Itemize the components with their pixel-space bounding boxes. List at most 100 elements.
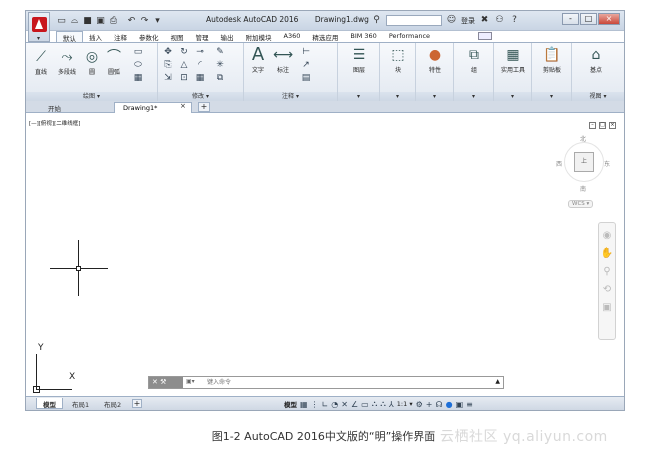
array-icon[interactable]: ▦ [194,73,206,83]
layers-tool[interactable]: ☰ 图层 [344,47,374,74]
new-layout-button[interactable]: + [132,399,142,408]
user-icon[interactable]: ☺ [446,15,457,26]
tab-default[interactable]: 默认 [56,31,83,43]
arc-tool[interactable]: ⌒ 圆弧 [104,49,124,76]
binoculars-icon[interactable]: ⚲ [371,15,382,26]
compass-south[interactable]: 南 [580,184,586,193]
fillet-icon[interactable]: ◜ [194,60,206,70]
workspace-gear-icon[interactable]: ⚙ [416,400,423,409]
login-link[interactable]: 登录 [461,16,475,26]
offset-icon[interactable]: ⧉ [214,73,226,83]
explode-icon[interactable]: ✳ [214,60,226,70]
tab-model[interactable]: 模型 [36,398,63,409]
tab-bim360[interactable]: BIM 360 [344,31,382,42]
properties-tool[interactable]: ● 特性 [422,47,448,74]
otrack-icon[interactable]: ∠ [351,400,358,409]
tab-manage[interactable]: 管理 [190,31,215,42]
close-icon[interactable]: × [180,102,186,110]
command-line-buttons[interactable]: ✕ ⚒ [149,377,183,388]
search-input[interactable] [386,15,442,26]
fullscreen-icon[interactable]: ▣ [456,400,464,409]
pan-icon[interactable]: ✋ [599,248,615,259]
close-button[interactable]: × [598,13,620,25]
tab-annotate[interactable]: 注释 [108,31,133,42]
tab-a360[interactable]: A360 [278,31,307,42]
drawing-area[interactable]: [—][俯视][二维线框] – □ × 北 西 东 上 南 WCS ▾ ◉ ✋ … [26,114,624,396]
save-icon[interactable]: ■ [82,16,93,27]
orbit-icon[interactable]: ⟲ [599,284,615,295]
compass-west[interactable]: 西 [556,159,562,168]
ellipse-icon[interactable]: ⬭ [132,60,144,70]
tab-view[interactable]: 视图 [165,31,190,42]
panel-utilities-title[interactable]: ▾ [494,92,531,101]
compass-east[interactable]: 东 [604,159,610,168]
scale-icon[interactable]: ⊡ [178,73,190,83]
grid-icon[interactable]: ▦ [300,400,308,409]
panel-view-title[interactable]: 视图 ▾ [572,92,624,101]
text-tool[interactable]: A 文字 [248,46,268,75]
copy-icon[interactable]: ⎘ [162,60,174,70]
open-icon[interactable]: ⌓ [69,16,80,27]
group-tool[interactable]: ⧉ 组 [462,47,486,74]
units-icon[interactable]: ☊ [435,400,442,409]
leader-icon[interactable]: ↗ [300,60,312,70]
viewcube-top-face[interactable]: 上 [574,152,594,172]
trim-icon[interactable]: ⊸ [194,47,206,57]
utilities-tool[interactable]: ▦ 实用工具 [496,47,530,74]
polyline-tool[interactable]: ⤳ 多段线 [54,49,80,76]
isolate-objects-icon[interactable]: ● [446,400,453,409]
rotate-icon[interactable]: ↻ [178,47,190,57]
erase-icon[interactable]: ✎ [214,47,226,57]
panel-properties-title[interactable]: ▾ [416,92,453,101]
panel-block-title[interactable]: ▾ [380,92,415,101]
block-tool[interactable]: ⬚ 块 [386,47,410,74]
basepoint-tool[interactable]: ⌂ 基点 [582,47,610,74]
panel-modify-title[interactable]: 修改 ▾ [158,92,243,101]
maximize-button[interactable]: □ [580,13,597,25]
full-navigation-wheel-icon[interactable]: ◉ [599,230,615,241]
tab-output[interactable]: 输出 [215,31,240,42]
compass-north[interactable]: 北 [580,134,586,143]
scale-selector[interactable]: 1:1 ▾ [397,400,413,408]
annotation-scale-icon[interactable]: ⅄ [389,400,394,409]
print-icon[interactable]: ⎙ [108,16,119,27]
plus-icon[interactable]: + [426,400,433,409]
zoom-icon[interactable]: ⚲ [599,266,615,277]
move-icon[interactable]: ✥ [162,47,174,57]
line-tool[interactable]: ⟋ 直线 [30,49,52,76]
panel-annotation-title[interactable]: 注释 ▾ [244,92,337,101]
qat-dropdown-icon[interactable]: ▾ [152,16,163,27]
command-input[interactable] [207,378,467,387]
circle-tool[interactable]: ◎ 圆 [82,49,102,76]
tab-parametric[interactable]: 参数化 [133,31,165,42]
showmotion-icon[interactable]: ▣ [599,302,615,313]
wcs-menu-button[interactable]: WCS ▾ [568,200,594,208]
tab-layout2[interactable]: 布局2 [98,398,127,409]
rectangle-icon[interactable]: ▭ [132,47,144,57]
customize-menu-icon[interactable]: ≡ [466,400,473,409]
ribbon-minimize-button[interactable] [478,32,492,40]
panel-clipboard-title[interactable]: ▾ [532,92,571,101]
undo-icon[interactable]: ↶ [126,16,137,27]
a360-icon[interactable]: ⚇ [494,15,505,26]
saveas-icon[interactable]: ▣ [95,16,106,27]
polar-icon[interactable]: ◔ [331,400,338,409]
lineweight-icon[interactable]: ▭ [361,400,369,409]
help-icon[interactable]: ? [509,15,520,26]
table-icon[interactable]: ▤ [300,73,312,83]
tab-featured-apps[interactable]: 精选应用 [306,31,344,42]
model-space-button[interactable]: 模型 [284,399,297,409]
osnap-icon[interactable]: ✕ [341,400,348,409]
mirror-icon[interactable]: △ [178,60,190,70]
tab-insert[interactable]: 插入 [83,31,108,42]
dimension-tool[interactable]: ⟷ 标注 [272,47,294,74]
tab-start[interactable]: 开始 [40,102,69,113]
command-history-arrow-icon[interactable]: ▲ [495,378,500,385]
new-tab-button[interactable]: + [198,102,210,112]
new-icon[interactable]: ▭ [56,16,67,27]
auto-scale-icon[interactable]: ⛬ [380,399,386,409]
ortho-icon[interactable]: ∟ [322,400,329,409]
application-menu-button[interactable]: ▾ [28,12,50,42]
tab-addins[interactable]: 附加模块 [240,31,278,42]
redo-icon[interactable]: ↷ [139,16,150,27]
